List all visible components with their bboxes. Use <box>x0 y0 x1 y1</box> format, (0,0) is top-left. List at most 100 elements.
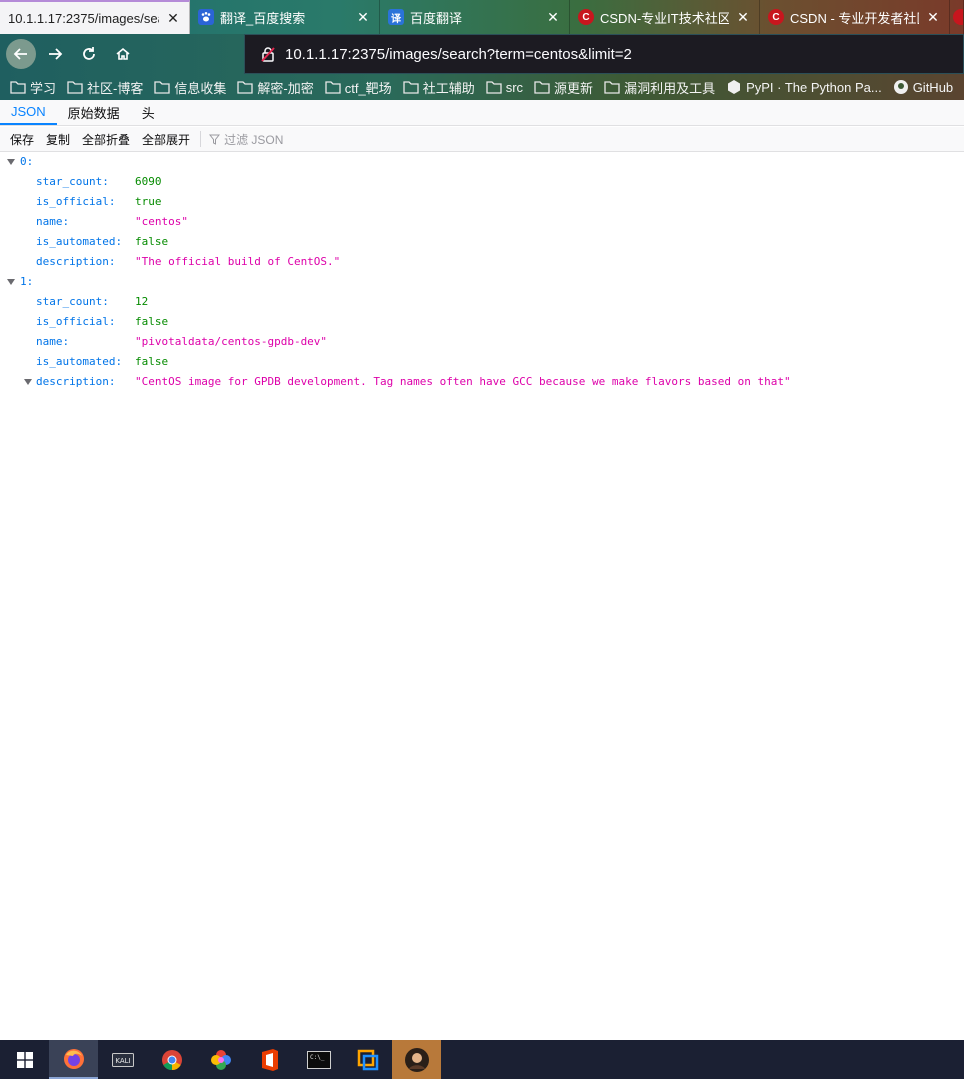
taskbar-virtualbox[interactable] <box>343 1040 392 1079</box>
taskbar-photos[interactable] <box>196 1040 245 1079</box>
expand-toggle-icon[interactable] <box>7 279 15 285</box>
json-row-index[interactable]: 0: <box>0 152 964 172</box>
arrow-left-icon <box>13 48 27 60</box>
json-row[interactable]: star_count: 12 <box>0 292 964 312</box>
json-value: 12 <box>135 295 149 308</box>
json-value: true <box>135 195 162 208</box>
bookmark-label: PyPI · The Python Pa... <box>746 79 882 95</box>
json-value: "CentOS image for GPDB development. Tag … <box>135 375 791 388</box>
json-key: 1: <box>20 275 34 288</box>
bookmark-label: 社工辅助 <box>422 80 475 96</box>
svg-text:KALI: KALI <box>115 1057 130 1065</box>
taskbar-terminal[interactable]: C:\_ <box>294 1040 343 1079</box>
tab-label: CSDN - 专业开发者社区 <box>790 10 919 26</box>
tab-baidu-fanyi[interactable]: 译 百度翻译 ✕ <box>380 0 570 34</box>
json-row[interactable]: star_count: 6090 <box>0 172 964 192</box>
bookmark-folder[interactable]: ctf_靶场 <box>325 78 392 97</box>
reload-icon <box>83 47 95 60</box>
bookmark-label: 源更新 <box>554 80 594 96</box>
folder-icon <box>534 81 550 94</box>
tab-headers[interactable]: 头 <box>131 99 166 125</box>
expand-toggle-icon[interactable] <box>7 159 15 165</box>
tab-json[interactable]: JSON <box>0 99 57 125</box>
tab-overflow[interactable] <box>950 0 964 34</box>
virtualbox-icon <box>357 1049 378 1070</box>
bookmark-label: GitHub <box>912 79 954 95</box>
bookmark-pypi[interactable]: PyPI · The Python Pa... <box>726 79 882 95</box>
close-icon[interactable]: ✕ <box>925 9 941 25</box>
json-row-index[interactable]: 1: <box>0 272 964 292</box>
tab-csdn-1[interactable]: C CSDN-专业IT技术社区- ✕ <box>570 0 760 34</box>
windows-taskbar: KALI C:\_ <box>0 1040 964 1079</box>
filter-json-input[interactable]: 过滤 JSON <box>205 131 283 148</box>
json-row[interactable]: description: "CentOS image for GPDB deve… <box>0 372 964 392</box>
bookmark-github[interactable]: GitHub <box>893 79 953 95</box>
json-key: name: <box>36 215 70 228</box>
taskbar-firefox[interactable] <box>49 1040 98 1079</box>
photos-icon <box>210 1049 231 1070</box>
url-bar[interactable]: 10.1.1.17:2375/images/search?term=centos… <box>244 34 964 74</box>
bookmark-folder[interactable]: src <box>486 80 523 95</box>
json-key: is_automated: <box>36 235 123 248</box>
close-icon[interactable]: ✕ <box>165 10 181 26</box>
save-button[interactable]: 保存 <box>4 131 40 148</box>
firefox-icon <box>63 1048 84 1069</box>
bookmark-folder[interactable]: 学习 <box>10 78 56 97</box>
csdn-icon: C <box>578 9 594 25</box>
bookmark-folder[interactable]: 源更新 <box>534 78 593 97</box>
json-value: false <box>135 315 169 328</box>
arrow-right-icon <box>49 48 63 60</box>
json-row[interactable]: is_automated: false <box>0 232 964 252</box>
copy-button[interactable]: 复制 <box>40 131 76 148</box>
bookmark-folder[interactable]: 社区-博客 <box>67 78 143 97</box>
expand-all-button[interactable]: 全部展开 <box>136 131 196 148</box>
tab-csdn-2[interactable]: C CSDN - 专业开发者社区 ✕ <box>760 0 950 34</box>
tab-baidu-search[interactable]: 翻译_百度搜索 ✕ <box>190 0 380 34</box>
taskbar-kali[interactable]: KALI <box>98 1040 147 1079</box>
json-toolbar: 保存 复制 全部折叠 全部展开 过滤 JSON <box>0 127 964 152</box>
url-text[interactable]: 10.1.1.17:2375/images/search?term=centos… <box>285 46 632 63</box>
kali-icon: KALI <box>111 1052 134 1067</box>
bookmark-folder[interactable]: 解密-加密 <box>237 78 314 97</box>
json-key: description: <box>36 255 116 268</box>
toolbar-divider <box>200 131 202 147</box>
svg-text:C:\_: C:\_ <box>310 1054 325 1061</box>
json-value: false <box>135 235 169 248</box>
bookmark-label: 社区-博客 <box>87 80 144 96</box>
taskbar-office[interactable] <box>245 1040 294 1079</box>
bookmark-label: src <box>505 79 524 95</box>
reload-button[interactable] <box>74 39 104 69</box>
json-row[interactable]: is_automated: false <box>0 352 964 372</box>
browser-tab-strip: 10.1.1.17:2375/images/search ✕ 翻译_百度搜索 ✕… <box>0 0 964 34</box>
bookmark-folder[interactable]: 信息收集 <box>154 78 226 97</box>
collapse-all-button[interactable]: 全部折叠 <box>76 131 136 148</box>
json-row[interactable]: is_official: true <box>0 192 964 212</box>
start-button[interactable] <box>0 1040 49 1079</box>
insecure-lock-icon[interactable] <box>259 45 277 63</box>
bookmark-folder[interactable]: 漏洞利用及工具 <box>604 78 715 97</box>
json-row[interactable]: name: "centos" <box>0 212 964 232</box>
expand-toggle-icon[interactable] <box>24 379 32 385</box>
json-value: "pivotaldata/centos-gpdb-dev" <box>135 335 328 348</box>
filter-icon <box>209 134 221 145</box>
folder-icon <box>10 81 26 94</box>
close-icon[interactable]: ✕ <box>735 9 751 25</box>
tab-docker-search[interactable]: 10.1.1.17:2375/images/search ✕ <box>0 0 190 34</box>
folder-icon <box>237 81 254 94</box>
json-row[interactable]: is_official: false <box>0 312 964 332</box>
tab-label: 10.1.1.17:2375/images/search <box>8 10 159 26</box>
bookmark-folder[interactable]: 社工辅助 <box>403 78 475 97</box>
close-icon[interactable]: ✕ <box>355 9 371 25</box>
json-tree: 0: star_count: 6090 is_official: true na… <box>0 152 964 392</box>
taskbar-avatar-app[interactable] <box>392 1040 441 1079</box>
tab-raw-data[interactable]: 原始数据 <box>57 99 131 125</box>
forward-button[interactable] <box>40 39 70 69</box>
home-button[interactable] <box>108 39 138 69</box>
windows-start-icon <box>16 1051 33 1068</box>
json-row[interactable]: description: "The official build of Cent… <box>0 252 964 272</box>
taskbar-chrome[interactable] <box>147 1040 196 1079</box>
json-row[interactable]: name: "pivotaldata/centos-gpdb-dev" <box>0 332 964 352</box>
back-button[interactable] <box>6 39 36 69</box>
bookmark-label: 解密-加密 <box>257 80 314 96</box>
close-icon[interactable]: ✕ <box>545 9 561 25</box>
